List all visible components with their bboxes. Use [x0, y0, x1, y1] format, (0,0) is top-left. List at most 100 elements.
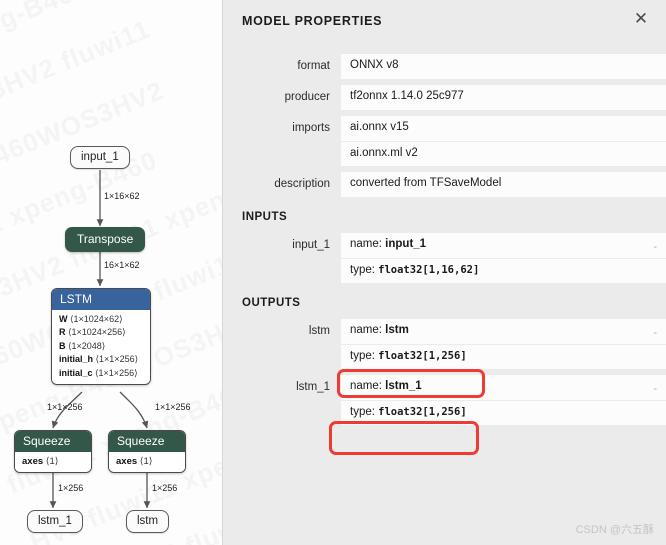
input-label: input_1	[292, 239, 330, 251]
attr-dim: ⟨1×1×256⟩	[95, 354, 139, 365]
property-label: description	[274, 178, 330, 190]
graph-node-lstm-output[interactable]: lstm	[126, 510, 170, 533]
edge-label-input-to-transpose: 1×16×62	[104, 191, 140, 201]
attr-dim: ⟨1×1024×62⟩	[70, 314, 123, 324]
page-title: MODEL PROPERTIES	[242, 14, 383, 28]
graph-canvas[interactable]: fluwi11 xpeng-B460WOS3HV2 B460WOS3HV2 fl…	[0, 0, 222, 545]
output-label: lstm	[308, 325, 330, 337]
model-properties-panel: MODEL PROPERTIES ✕ format ONNX v8 produc…	[222, 0, 666, 545]
attr-key: W	[59, 314, 68, 324]
property-row-description: description converted from TFSaveModel	[223, 172, 666, 197]
io-node-label: lstm_1	[27, 510, 83, 533]
field-value: float32[1,256]	[378, 350, 467, 362]
attr-dim: ⟨1⟩	[139, 456, 153, 467]
property-value[interactable]: converted from TFSaveModel	[341, 172, 666, 197]
field-prefix: type:	[350, 350, 379, 362]
graph-node-squeeze-left[interactable]: Squeeze axes ⟨1⟩	[14, 430, 92, 474]
attr-row: initial_c ⟨1×1×256⟩	[59, 367, 144, 380]
property-values: converted from TFSaveModel	[341, 172, 666, 197]
input-type-field[interactable]: type: float32[1,16,62]	[341, 258, 666, 283]
output-name-field[interactable]: name: lstm_1 -	[341, 375, 666, 400]
csdn-watermark: CSDN @六五酥	[575, 524, 654, 536]
attr-key: B	[59, 340, 66, 351]
field-prefix: type:	[350, 406, 379, 418]
property-value[interactable]: ai.onnx.ml v2	[341, 141, 666, 166]
op-node-label: Transpose	[65, 227, 146, 252]
property-value[interactable]: tf2onnx 1.14.0 25c977	[341, 85, 666, 110]
property-row-imports: imports ai.onnx v15 ai.onnx.ml v2	[223, 116, 666, 166]
graph-node-input_1[interactable]: input_1	[70, 146, 130, 169]
attr-dim: ⟨1×2048⟩	[68, 340, 106, 351]
watermark-line: B460WOS3HV2 fluwi11	[0, 13, 155, 155]
watermark-line: fluwi11 xpeng-B460WOS3HV2	[0, 0, 216, 112]
collapse-dash-icon[interactable]: -	[653, 383, 657, 395]
output-label: lstm_1	[296, 381, 330, 393]
attr-key: axes	[22, 456, 44, 467]
attr-row: R ⟨1×1024×256⟩	[59, 326, 144, 339]
attr-key: axes	[116, 456, 138, 467]
attr-row: B ⟨1×2048⟩	[59, 340, 144, 353]
squeeze-box[interactable]: Squeeze axes ⟨1⟩	[108, 430, 186, 474]
graph-node-transpose[interactable]: Transpose	[65, 227, 146, 252]
field-value: lstm	[385, 324, 409, 336]
output-type-field[interactable]: type: float32[1,256]	[341, 400, 666, 425]
io-node-label: input_1	[70, 146, 130, 169]
property-values: ai.onnx v15 ai.onnx.ml v2	[341, 116, 666, 166]
graph-node-lstm[interactable]: LSTM W ⟨1×1024×62⟩ R ⟨1×1024×256⟩ B ⟨1×2…	[51, 288, 151, 386]
property-label: format	[297, 60, 330, 72]
collapse-dash-icon[interactable]: -	[653, 327, 657, 339]
onnx-model-viewer: fluwi11 xpeng-B460WOS3HV2 B460WOS3HV2 fl…	[0, 0, 666, 545]
input-name-field[interactable]: name: input_1 -	[341, 233, 666, 258]
edge-label-lstm-to-squeeze-left: 1×1×256	[47, 402, 83, 412]
output-row-lstm_1: lstm_1 name: lstm_1 - type: float32[1,25…	[223, 375, 666, 425]
edge-label-transpose-to-lstm: 16×1×62	[104, 260, 140, 270]
edge-label-squeeze-left-to-out: 1×256	[58, 483, 84, 493]
graph-node-lstm_1-output[interactable]: lstm_1	[27, 510, 83, 533]
property-row-producer: producer tf2onnx 1.14.0 25c977	[223, 85, 666, 110]
property-value[interactable]: ONNX v8	[341, 54, 666, 79]
property-label: producer	[284, 91, 330, 103]
output-values: name: lstm_1 - type: float32[1,256]	[341, 375, 666, 425]
output-type-field[interactable]: type: float32[1,256]	[341, 344, 666, 369]
squeeze-attributes: axes ⟨1⟩	[15, 452, 91, 473]
edge-label-lstm-to-squeeze-right: 1×1×256	[155, 402, 191, 412]
output-row-lstm: lstm name: lstm - type: float32[1,256]	[223, 319, 666, 369]
property-values: tf2onnx 1.14.0 25c977	[341, 85, 666, 110]
squeeze-header: Squeeze	[15, 431, 91, 452]
watermark-line: fluwi11 xpeng-B460	[0, 144, 162, 270]
input-row-input_1: input_1 name: input_1 - type: float32[1,…	[223, 233, 666, 283]
graph-node-squeeze-right[interactable]: Squeeze axes ⟨1⟩	[108, 430, 186, 474]
collapse-dash-icon[interactable]: -	[653, 241, 657, 253]
input-values: name: input_1 - type: float32[1,16,62]	[341, 233, 666, 283]
close-icon[interactable]: ✕	[630, 9, 652, 31]
attr-key: R	[59, 327, 66, 338]
attr-row: axes ⟨1⟩	[22, 455, 85, 468]
property-label: imports	[292, 122, 330, 134]
attr-key: initial_h	[59, 354, 94, 365]
panel-body: format ONNX v8 producer tf2onnx 1.14.0 2…	[223, 44, 666, 425]
attr-row: W ⟨1×1024×62⟩	[59, 313, 144, 326]
field-prefix: name:	[350, 324, 386, 336]
lstm-header: LSTM	[52, 289, 150, 310]
field-value: lstm_1	[385, 380, 422, 392]
attr-dim: ⟨1×1024×256⟩	[68, 327, 126, 338]
field-value: float32[1,256]	[378, 406, 467, 418]
field-prefix: name:	[350, 380, 386, 392]
lstm-attributes: W ⟨1×1024×62⟩ R ⟨1×1024×256⟩ B ⟨1×2048⟩ …	[52, 310, 150, 385]
property-value[interactable]: ai.onnx v15	[341, 116, 666, 141]
squeeze-attributes: axes ⟨1⟩	[109, 452, 185, 473]
property-values: ONNX v8	[341, 54, 666, 79]
attr-row: initial_h ⟨1×1×256⟩	[59, 353, 144, 366]
section-title-outputs: OUTPUTS	[242, 297, 301, 309]
field-prefix: type:	[350, 264, 379, 276]
attr-row: axes ⟨1⟩	[116, 455, 179, 468]
attr-dim: ⟨1×1×256⟩	[95, 367, 138, 378]
field-value: float32[1,16,62]	[378, 264, 480, 276]
lstm-box[interactable]: LSTM W ⟨1×1024×62⟩ R ⟨1×1024×256⟩ B ⟨1×2…	[51, 288, 151, 386]
section-title-inputs: INPUTS	[242, 211, 288, 223]
output-name-field[interactable]: name: lstm -	[341, 319, 666, 344]
io-node-label: lstm	[126, 510, 170, 533]
squeeze-box[interactable]: Squeeze axes ⟨1⟩	[14, 430, 92, 474]
property-row-format: format ONNX v8	[223, 54, 666, 79]
output-values: name: lstm - type: float32[1,256]	[341, 319, 666, 369]
